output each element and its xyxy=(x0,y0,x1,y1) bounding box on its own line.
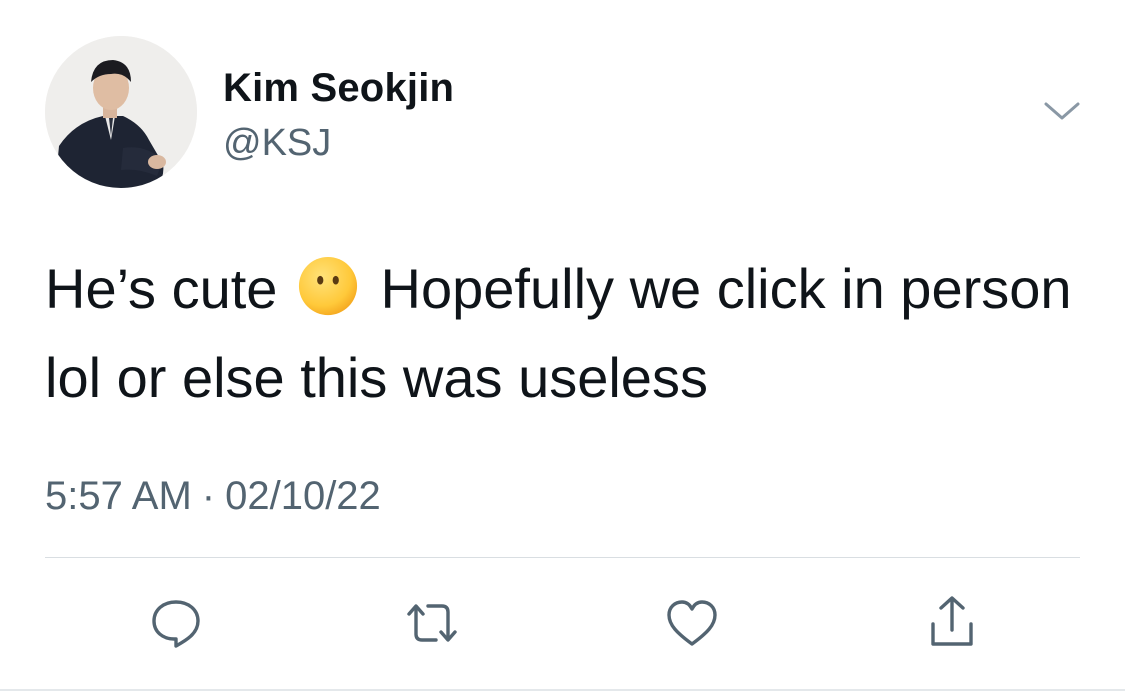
display-name[interactable]: Kim Seokjin xyxy=(223,66,454,111)
tweet-text-part-1: He’s cute xyxy=(45,257,278,320)
share-icon[interactable] xyxy=(923,594,981,652)
heart-icon[interactable] xyxy=(663,594,721,652)
face-without-mouth-icon xyxy=(298,256,358,316)
tweet-timestamp: 5:57 AM · 02/10/22 xyxy=(45,474,381,519)
retweet-icon[interactable] xyxy=(403,594,461,652)
tweet-text: He’s cute Hopefully we click in person l… xyxy=(45,244,1085,422)
tweet-date: 02/10/22 xyxy=(225,474,381,518)
avatar[interactable] xyxy=(45,36,197,188)
avatar-image xyxy=(45,36,197,188)
meta-separator: · xyxy=(201,474,216,518)
user-handle[interactable]: @KSJ xyxy=(223,122,331,165)
divider xyxy=(45,557,1080,558)
speech-bubble-icon[interactable] xyxy=(147,594,205,652)
chevron-down-icon[interactable] xyxy=(1040,96,1084,126)
tweet-time: 5:57 AM xyxy=(45,474,192,518)
